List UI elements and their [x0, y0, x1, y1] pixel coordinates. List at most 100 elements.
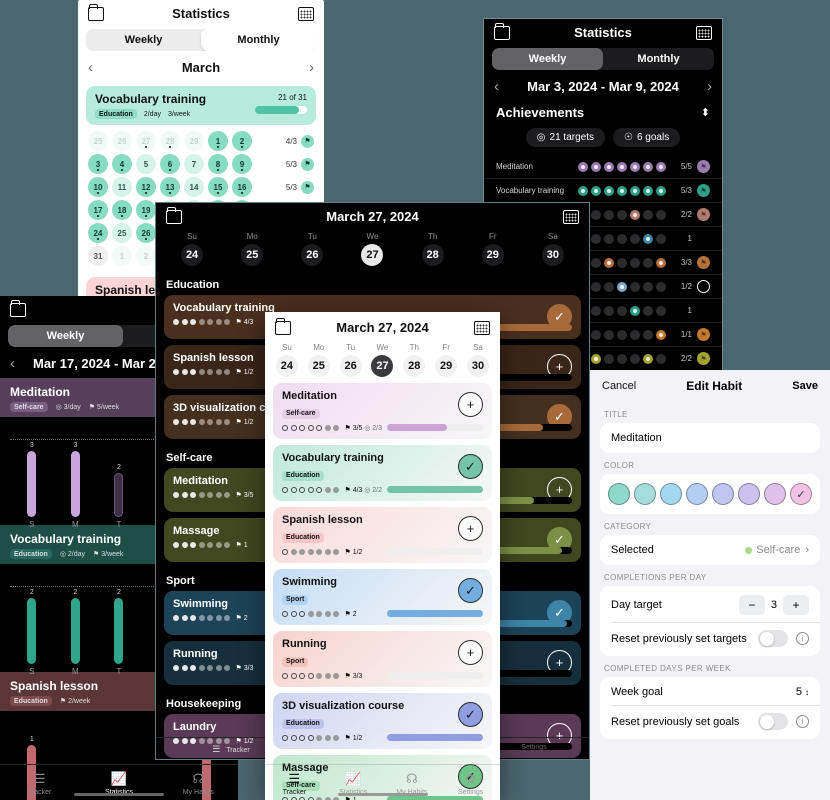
habit-pip[interactable] [316, 487, 322, 493]
habit-pip[interactable] [207, 665, 213, 671]
habit-pip[interactable] [181, 665, 188, 671]
save-button[interactable]: Save [792, 380, 818, 392]
folder-icon[interactable] [494, 22, 510, 40]
habit-pip[interactable] [173, 542, 179, 548]
week-day-cell[interactable]: We 27 [371, 343, 394, 377]
habit-pip[interactable] [307, 487, 314, 493]
habit-pip[interactable] [215, 615, 222, 621]
habit-pip[interactable] [190, 419, 196, 425]
habit-pip[interactable] [307, 673, 314, 679]
habit-pip[interactable] [333, 735, 339, 741]
habit-pip[interactable] [190, 615, 196, 621]
habit-pip[interactable] [190, 492, 196, 498]
habit-pip[interactable] [173, 615, 179, 621]
week-day-cell[interactable]: Sa 30 [541, 232, 564, 266]
folder-icon[interactable] [275, 317, 291, 335]
habit-pip[interactable] [316, 549, 322, 555]
color-swatch[interactable] [764, 483, 786, 505]
color-swatch-row[interactable]: ✓ [608, 483, 812, 505]
habit-pip[interactable] [290, 735, 297, 741]
habit-complete-button[interactable]: ✓ [458, 578, 483, 603]
day-cell[interactable]: 8 [208, 154, 228, 174]
habit-pip[interactable] [181, 419, 188, 425]
day-cell[interactable]: 25 [88, 131, 108, 151]
habit-pip[interactable] [181, 615, 188, 621]
folder-icon[interactable] [166, 206, 182, 224]
habit-pip[interactable] [299, 673, 305, 679]
habit-pip[interactable] [333, 487, 339, 493]
day-cell[interactable]: 11 [112, 177, 132, 197]
day-cell[interactable]: 29 [184, 131, 204, 151]
calendar-icon[interactable] [298, 6, 314, 21]
habit-pip[interactable] [190, 319, 196, 325]
habit-pip[interactable] [207, 319, 213, 325]
habit-pip[interactable] [324, 735, 331, 741]
habit-pip[interactable] [324, 487, 331, 493]
habit-pip[interactable] [333, 425, 339, 431]
cancel-button[interactable]: Cancel [602, 380, 636, 392]
habit-pip[interactable] [198, 419, 205, 425]
habit-pip[interactable] [316, 735, 322, 741]
habit-pip[interactable] [215, 492, 222, 498]
habit-pip[interactable] [299, 549, 305, 555]
habit-pip[interactable] [173, 665, 179, 671]
day-cell[interactable]: 4 [112, 154, 132, 174]
habit-row[interactable]: Vocabulary training Education ⚑ 4/3 ✓ ◎ 2/2 [273, 445, 492, 501]
day-cell[interactable]: 26 [136, 223, 156, 243]
habit-complete-button[interactable]: ✓ [458, 702, 483, 727]
chip-targets[interactable]: ◎ 21 targets [525, 128, 605, 147]
color-swatch[interactable]: ✓ [790, 483, 812, 505]
day-cell[interactable]: 28 [160, 131, 180, 151]
habit-pip[interactable] [215, 665, 222, 671]
habit-pip[interactable] [198, 615, 205, 621]
habit-pip[interactable] [307, 425, 314, 431]
habit-pip[interactable] [173, 319, 179, 325]
week-day-cell[interactable]: We 27 [361, 232, 384, 266]
tab-tracker[interactable]: ☰ Tracker [265, 771, 324, 796]
habit-pip[interactable] [224, 615, 230, 621]
habit-add-button[interactable]: + [458, 516, 483, 541]
day-cell[interactable]: 13 [160, 177, 180, 197]
habit-pip[interactable] [324, 611, 331, 617]
day-cell[interactable]: 12 [136, 177, 156, 197]
habit-pip[interactable] [307, 549, 314, 555]
day-cell[interactable]: 2 [136, 246, 156, 266]
color-swatch[interactable] [686, 483, 708, 505]
day-cell[interactable]: 31 [88, 246, 108, 266]
habit-pip[interactable] [324, 549, 331, 555]
habit-pip[interactable] [299, 611, 305, 617]
habit-pip[interactable] [198, 492, 205, 498]
day-cell[interactable]: 19 [136, 200, 156, 220]
sort-icon[interactable]: ⬍ [701, 106, 710, 119]
habit-pip[interactable] [207, 542, 213, 548]
habit-pip[interactable] [333, 673, 339, 679]
week-day-cell[interactable]: Su 24 [275, 343, 298, 377]
habit-pip[interactable] [282, 735, 288, 741]
color-swatch[interactable] [712, 483, 734, 505]
habit-pip[interactable] [290, 611, 297, 617]
habit-pip[interactable] [224, 369, 230, 375]
day-cell[interactable]: 2 [232, 131, 252, 151]
habit-pip[interactable] [215, 319, 222, 325]
habit-pip[interactable] [324, 673, 331, 679]
habit-pip[interactable] [207, 492, 213, 498]
chip-goals[interactable]: ☉ 6 goals [613, 128, 681, 147]
week-day-cell[interactable]: Tu 26 [339, 343, 362, 377]
habit-pip[interactable] [173, 369, 179, 375]
habit-pip[interactable] [181, 319, 188, 325]
week-day-cell[interactable]: Fr 29 [481, 232, 504, 266]
habit-pip[interactable] [333, 611, 339, 617]
day-cell[interactable]: 6 [160, 154, 180, 174]
habit-pip[interactable] [215, 369, 222, 375]
period-segmented-control[interactable]: Weekly Monthly [492, 48, 714, 70]
folder-icon[interactable] [10, 299, 26, 317]
habit-pip[interactable] [299, 735, 305, 741]
calendar-icon[interactable] [563, 209, 579, 224]
habit-complete-button[interactable]: ✓ [458, 454, 483, 479]
habit-pip[interactable] [198, 369, 205, 375]
habit-pip[interactable] [316, 425, 322, 431]
week-goal-value-group[interactable]: 5 ↕ [796, 686, 809, 698]
habit-pip[interactable] [299, 487, 305, 493]
achievement-row[interactable]: Meditation 5/5 ⚑ [484, 155, 722, 179]
color-swatch[interactable] [660, 483, 682, 505]
